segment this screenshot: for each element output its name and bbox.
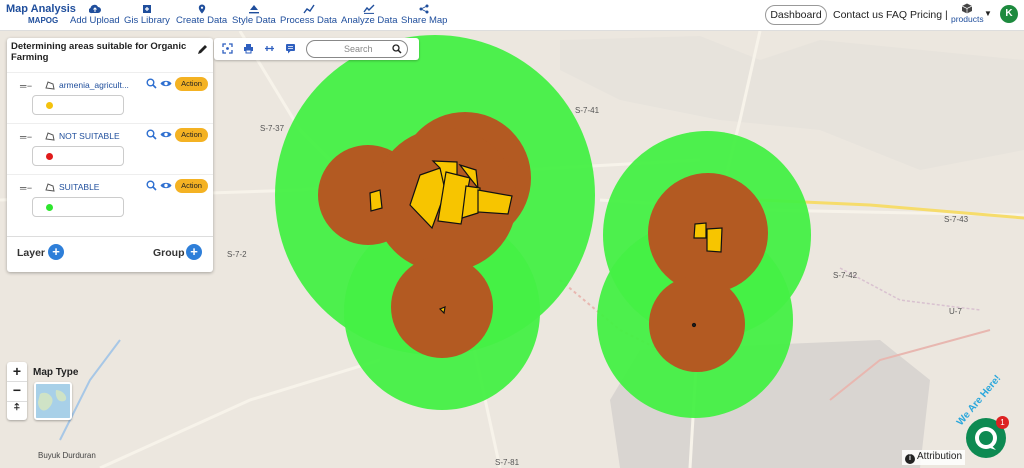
nav-process-data[interactable]: Process Data: [280, 4, 337, 26]
zoom-to-layer-icon[interactable]: [146, 129, 157, 140]
logo-subtitle: MAPOG: [28, 16, 59, 25]
zoom-controls: + − ⍏: [7, 362, 27, 420]
polygon-icon: [45, 183, 55, 192]
layer-name[interactable]: SUITABLE: [59, 182, 99, 192]
share-icon: [419, 4, 429, 14]
search-placeholder: Search: [344, 44, 373, 54]
add-group-button[interactable]: +: [186, 244, 202, 260]
zoom-to-layer-icon[interactable]: [146, 180, 157, 191]
nav-label: Process Data: [280, 15, 338, 26]
nav-analyze-data[interactable]: Analyze Data: [341, 4, 398, 26]
road-label-s737: S-7-37: [260, 124, 285, 133]
layer-action-button[interactable]: Action: [175, 128, 208, 142]
contact-us-link[interactable]: Contact us: [833, 9, 883, 21]
layer-action-button[interactable]: Action: [175, 77, 208, 91]
drag-handle-icon[interactable]: ═ −: [20, 132, 32, 142]
map-type-label: Map Type: [33, 367, 79, 378]
nav-share-map[interactable]: Share Map: [401, 4, 447, 26]
print-icon[interactable]: [243, 43, 254, 54]
road-label-s743: S-7-43: [944, 215, 969, 224]
user-avatar[interactable]: K: [1000, 5, 1018, 23]
road-label-s72: S-7-2: [227, 250, 247, 259]
road-label-s741: S-7-41: [575, 106, 600, 115]
drag-handle-icon[interactable]: ═ −: [20, 81, 32, 91]
faq-link[interactable]: FAQ: [886, 9, 907, 21]
red-dot-icon: [46, 153, 53, 160]
reset-north-button[interactable]: ⍏: [7, 401, 27, 413]
polygon-icon: [45, 132, 55, 141]
project-title: Determining areas suitable for Organic F…: [11, 41, 187, 63]
layer-action-button[interactable]: Action: [175, 179, 208, 193]
map-type-switcher[interactable]: [34, 382, 72, 420]
eye-icon[interactable]: [160, 180, 172, 191]
app-logo[interactable]: Map Analysis MAPOG: [6, 3, 76, 27]
zoom-out-button[interactable]: −: [7, 381, 27, 398]
eye-icon[interactable]: [160, 78, 172, 89]
yellow-dot-icon: [46, 102, 53, 109]
map-toolbar: Search: [214, 38, 419, 60]
layer-style-swatch[interactable]: [32, 95, 124, 115]
zoom-in-button[interactable]: +: [7, 363, 27, 379]
group-label: Group: [153, 247, 185, 259]
measure-icon[interactable]: [264, 43, 275, 54]
layer-name[interactable]: NOT SUITABLE: [59, 131, 120, 141]
globe-thumbnail-icon: [36, 384, 70, 418]
layer-label: Layer: [17, 247, 46, 259]
search-input[interactable]: Search: [306, 40, 408, 58]
cloud-upload-icon: [88, 4, 101, 14]
nav-label: Style Data: [232, 15, 276, 26]
library-icon: [142, 5, 151, 13]
comment-icon[interactable]: [285, 43, 296, 54]
layer-row-suitable[interactable]: ═ − SUITABLE Action: [7, 174, 213, 224]
nav-label: Analyze Data: [341, 15, 398, 26]
eye-icon[interactable]: [160, 129, 172, 140]
fullscreen-icon[interactable]: [222, 43, 233, 54]
nav-label: Add Upload: [70, 15, 120, 26]
layer-name[interactable]: armenia_agricult...: [59, 80, 129, 90]
nav-label: Gis Library: [124, 15, 170, 26]
attribution-button[interactable]: i Attribution: [902, 450, 966, 465]
chat-notification-badge: 1: [996, 416, 1009, 429]
logo-title: Map Analysis: [6, 3, 76, 15]
layer-row-not-suitable[interactable]: ═ − NOT SUITABLE Action: [7, 123, 213, 173]
green-dot-icon: [46, 204, 53, 211]
nav-label: Share Map: [401, 15, 448, 26]
polygon-icon: [45, 81, 55, 90]
dashboard-button[interactable]: Dashboard: [765, 5, 827, 25]
pencil-icon[interactable]: [197, 44, 208, 55]
road-label-s781: S-7-81: [495, 458, 520, 467]
road-label-s742: S-7-42: [833, 271, 858, 280]
pricing-link[interactable]: Pricing |: [910, 9, 948, 21]
layer-panel: Determining areas suitable for Organic F…: [7, 38, 213, 272]
panel-footer: Layer + Group +: [7, 236, 213, 272]
map-pin-icon: [198, 4, 205, 14]
nav-gis-library[interactable]: Gis Library: [124, 4, 170, 26]
top-navigation-bar: Map Analysis MAPOG Add Upload Gis Librar…: [0, 0, 1024, 31]
style-icon: [248, 5, 259, 14]
nav-label: Create Data: [176, 15, 228, 26]
nav-style-data[interactable]: Style Data: [232, 4, 276, 26]
layer-style-swatch[interactable]: [32, 146, 124, 166]
products-menu[interactable]: products: [951, 3, 984, 24]
info-icon: i: [905, 454, 915, 464]
process-icon: [302, 4, 315, 14]
chevron-down-icon[interactable]: ▼: [984, 9, 992, 18]
road-label-u7: U-7: [949, 307, 962, 316]
products-label: products: [951, 14, 984, 24]
nav-create-data[interactable]: Create Data: [176, 4, 227, 26]
layer-row-agricultural[interactable]: ═ − armenia_agricult... Action: [7, 72, 213, 122]
add-layer-button[interactable]: +: [48, 244, 64, 260]
search-icon[interactable]: [392, 44, 402, 54]
cube-icon: [962, 3, 973, 14]
drag-handle-icon[interactable]: ═ −: [20, 183, 32, 193]
place-label-buyuk-durduran: Buyuk Durduran: [38, 451, 96, 460]
layer-style-swatch[interactable]: [32, 197, 124, 217]
attribution-label: Attribution: [917, 451, 963, 462]
zoom-to-layer-icon[interactable]: [146, 78, 157, 89]
analyze-icon: [363, 4, 375, 14]
nav-add-upload[interactable]: Add Upload: [70, 4, 120, 26]
